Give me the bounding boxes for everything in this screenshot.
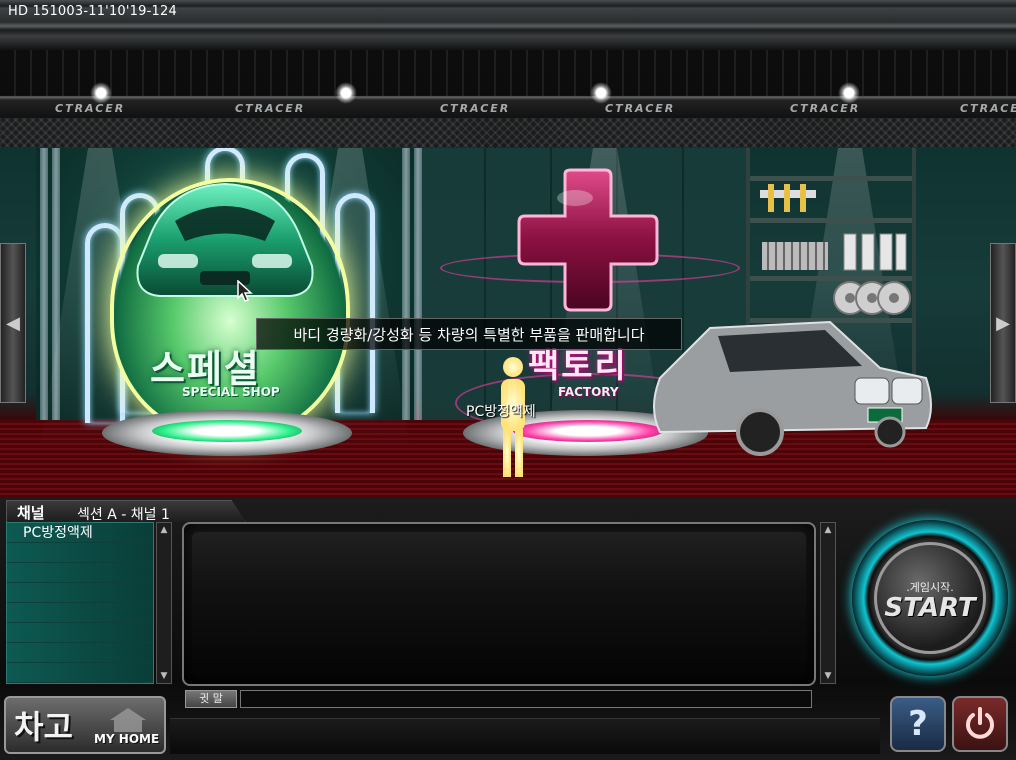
chat-log — [192, 532, 806, 676]
spotlight — [838, 82, 860, 104]
pillar — [402, 148, 410, 438]
list-item[interactable] — [7, 603, 153, 623]
ceiling-truss — [0, 50, 1016, 96]
house-icon — [110, 708, 146, 732]
spotlight — [590, 82, 612, 104]
scroll-down-icon[interactable]: ▼ — [159, 671, 169, 681]
brand-logo: CTRACER — [235, 102, 306, 115]
channel-name: 섹션 A - 채널 1 — [77, 507, 170, 523]
start-label-en: START — [884, 593, 976, 623]
chat-scrollbar[interactable]: ▲ ▼ — [820, 522, 836, 684]
garage-ceiling: CTRACER CTRACER CTRACER CTRACER CTRACER … — [0, 0, 1016, 150]
shop-tooltip: 바디 경량화/강성화 등 차량의 특별한 부품을 판매합니다 — [256, 318, 682, 350]
list-item[interactable] — [7, 563, 153, 583]
list-item[interactable]: PC방정액제 — [7, 523, 153, 543]
brand-logo: CTRACER — [440, 102, 511, 115]
brand-logo: CTRACER — [605, 102, 676, 115]
brand-strip: CTRACER CTRACER CTRACER CTRACER CTRACER … — [0, 100, 1016, 118]
pillar — [40, 148, 48, 438]
mouse-cursor-icon — [237, 280, 253, 302]
player-name-label: PC방정액제 — [466, 404, 536, 420]
list-item[interactable] — [7, 583, 153, 603]
help-icon: ? — [908, 704, 928, 744]
scroll-left-arrow[interactable]: ◀ — [0, 243, 26, 403]
scroll-right-arrow[interactable]: ▶ — [990, 243, 1016, 403]
brand-logo: CTRACER — [960, 102, 1016, 115]
bottom-bar — [170, 718, 880, 754]
brand-logo: CTRACER — [55, 102, 126, 115]
channel-tab-label: 채널 — [17, 504, 45, 522]
radiator-icon — [762, 242, 828, 270]
help-button[interactable]: ? — [890, 696, 946, 752]
piston-parts-icon — [843, 233, 907, 271]
myhome-label-kr: 차고 — [14, 708, 73, 746]
myhome-button[interactable]: 차고 MY HOME — [4, 696, 166, 754]
chat-window — [182, 522, 816, 686]
shop-pedestal — [102, 410, 352, 456]
scroll-down-icon[interactable]: ▼ — [823, 671, 833, 681]
list-item[interactable] — [7, 543, 153, 563]
factory-subtitle: FACTORY — [558, 385, 619, 399]
shop-subtitle: SPECIAL SHOP — [182, 385, 280, 399]
list-item[interactable] — [7, 663, 153, 683]
power-icon — [966, 707, 994, 739]
player-car — [653, 320, 932, 456]
start-button[interactable]: .게임시작. START — [852, 520, 1008, 676]
spring-parts-icon — [760, 184, 816, 212]
lobby-panel: 채널 섹션 A - 채널 1 PC방정액제 ▲ ▼ ▲ ▼ 귓 말 .게임시작.… — [0, 498, 1016, 760]
myhome-label-en: MY HOME — [94, 732, 160, 746]
spotlight — [90, 82, 112, 104]
scroll-up-icon[interactable]: ▲ — [159, 525, 169, 535]
exit-button[interactable] — [952, 696, 1008, 752]
list-item[interactable] — [7, 643, 153, 663]
plus-cross-icon — [517, 168, 659, 312]
pillar — [414, 148, 422, 438]
user-list-scrollbar[interactable]: ▲ ▼ — [156, 522, 172, 684]
ceiling-grill — [0, 118, 1016, 148]
list-item[interactable] — [7, 623, 153, 643]
sports-car-icon — [136, 182, 314, 297]
chat-input[interactable] — [240, 690, 812, 708]
user-list: PC방정액제 — [6, 522, 154, 684]
whisper-button[interactable]: 귓 말 — [185, 690, 237, 708]
start-button-face[interactable]: .게임시작. START — [874, 542, 986, 654]
spotlight — [335, 82, 357, 104]
scroll-up-icon[interactable]: ▲ — [823, 525, 833, 535]
hud-id-label: HD 151003-11'10'19-124 — [8, 4, 177, 19]
channel-tab[interactable]: 채널 섹션 A - 채널 1 — [6, 500, 246, 522]
